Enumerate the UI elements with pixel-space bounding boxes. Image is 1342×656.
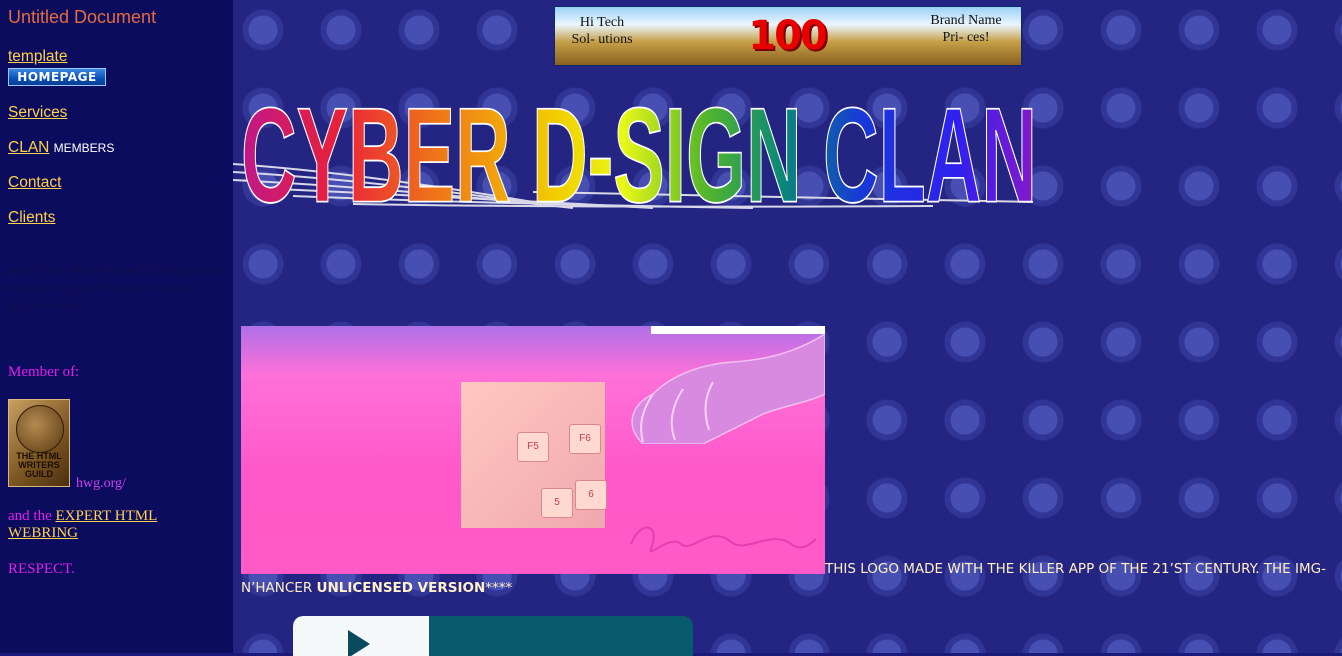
contact-link[interactable]: Contact (8, 174, 61, 192)
sidebar: Untitled Document template HOMEPAGE Serv… (0, 0, 233, 653)
hand-graphic (631, 334, 825, 444)
homepage-button[interactable]: HOMEPAGE (8, 68, 106, 86)
clan-link[interactable]: CLAN (8, 139, 49, 156)
hwg-badge-text: THE HTML WRITERS GUILD (16, 451, 62, 479)
site-logo-title: CYBER D-SIGN CLAN (233, 72, 1045, 212)
globe-icon (16, 405, 64, 453)
key-5: 5 (541, 488, 573, 518)
keyboard-image: F5 F6 5 6 (461, 382, 607, 528)
webring-prefix: and the (8, 508, 52, 524)
clan-row: CLAN MEMBERS (8, 139, 114, 157)
banner-middle-text: 100 (748, 13, 828, 59)
template-link[interactable]: template (8, 48, 67, 66)
hwg-badge[interactable]: THE HTML WRITERS GUILD (8, 399, 70, 487)
member-of-label: Member of: (8, 364, 80, 380)
key-f5: F5 (517, 432, 549, 462)
page-title: Untitled Document (8, 7, 157, 27)
hwg-link[interactable]: hwg.org/ (76, 476, 126, 492)
signature-scribble (630, 526, 817, 553)
key-f6: F6 (569, 424, 601, 454)
services-link[interactable]: Services (8, 104, 67, 122)
title-text: CYBER D-SIGN CLAN (241, 81, 1037, 212)
image-top-strip (651, 326, 825, 334)
title-graphic: CYBER D-SIGN CLAN (233, 80, 1038, 212)
banner-left-text: Hi Tech Sol- utions (571, 15, 633, 47)
respect-label: RESPECT. (8, 561, 75, 577)
logo-image: F5 F6 5 6 (241, 326, 825, 574)
key-6: 6 (575, 480, 607, 510)
clan-members-label: MEMBERS (53, 141, 115, 155)
play-arrow-icon (348, 630, 370, 656)
logo-caption-end: **** (485, 580, 513, 596)
logo-caption-bold: UNLICENSED VERSION (316, 580, 486, 596)
logo-caption: THIS LOGO MADE WITH THE KILLER APP OF TH… (241, 560, 1336, 598)
clients-link[interactable]: Clients (8, 209, 55, 227)
ad-banner[interactable]: Hi Tech Sol- utions 100 Brand Name Pri- … (554, 6, 1022, 66)
frames-notice: span class=MsoNormalThis page uses frame… (8, 263, 223, 314)
main-content: Hi Tech Sol- utions 100 Brand Name Pri- … (233, 0, 1342, 656)
webring-line: and the EXPERT HTML WEBRING (8, 508, 228, 542)
banner-right-text: Brand Name Pri- ces! (930, 13, 1002, 45)
bottom-graphic (293, 616, 693, 656)
